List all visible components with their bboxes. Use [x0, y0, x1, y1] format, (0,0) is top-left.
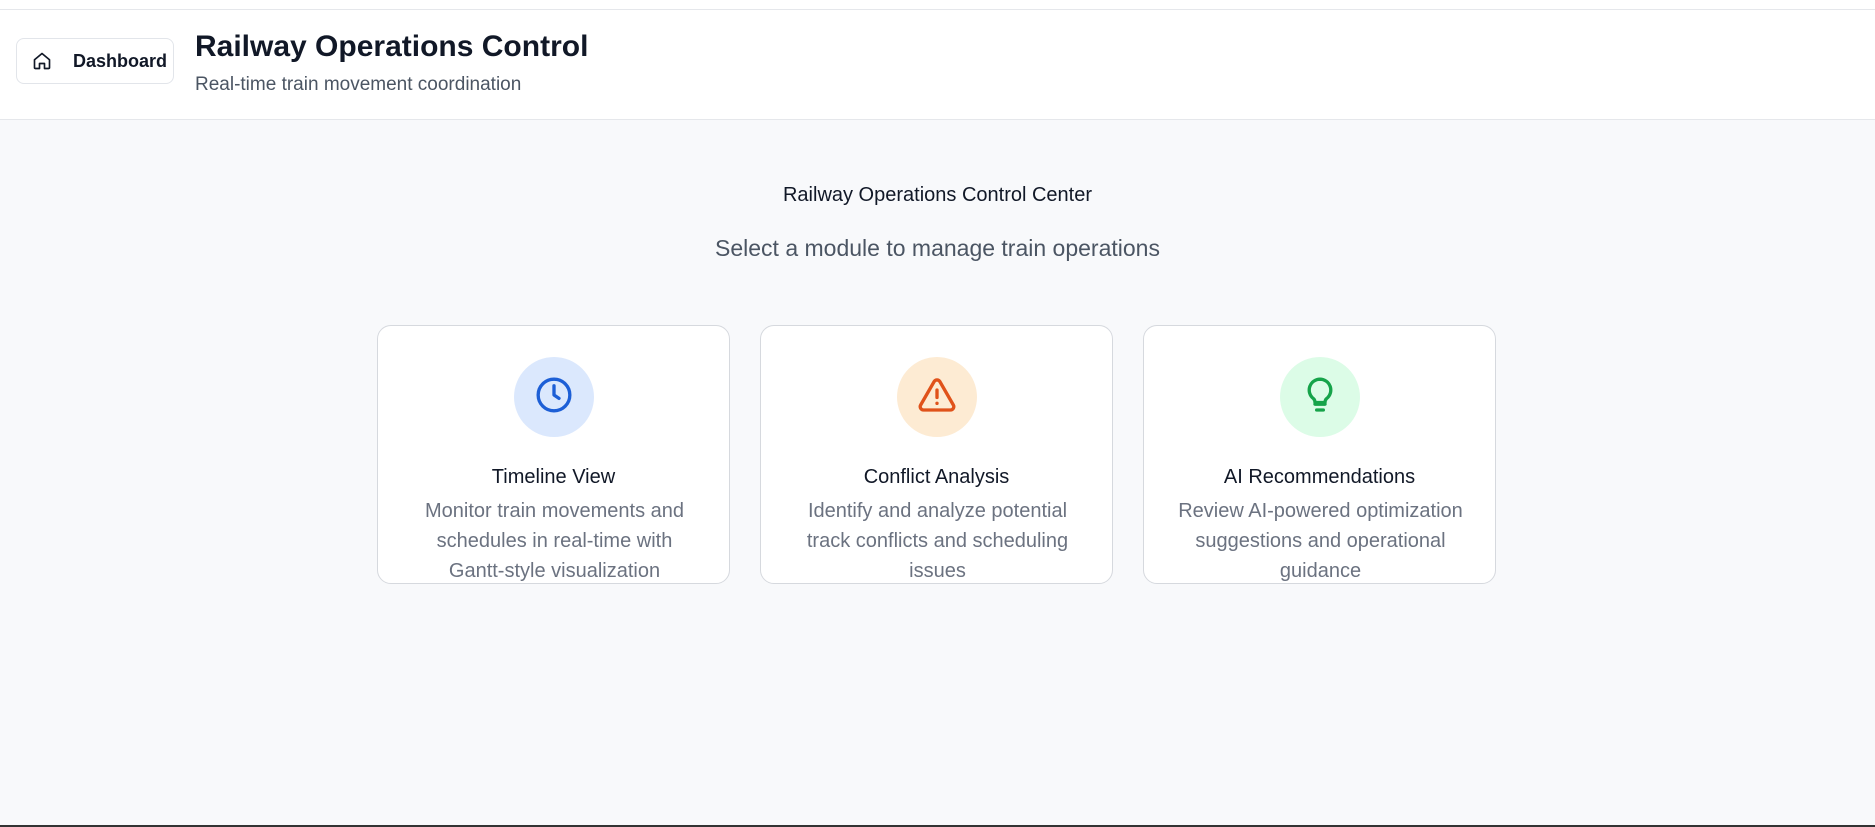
module-card-ai-recommendations[interactable]: AI Recommendations Review AI-powered opt…: [1143, 325, 1496, 584]
control-center-subtitle: Select a module to manage train operatio…: [715, 235, 1160, 261]
clock-icon: [534, 375, 574, 420]
page-subtitle: Real-time train movement coordination: [195, 74, 522, 95]
lightbulb-icon: [1300, 375, 1340, 420]
top-strip: [0, 0, 1875, 10]
alert-triangle-icon: [917, 375, 957, 420]
module-description: Review AI-powered optimization suggestio…: [1178, 500, 1463, 582]
dashboard-button[interactable]: Dashboard: [16, 38, 174, 84]
module-title: Timeline View: [491, 466, 616, 488]
module-card-conflict-analysis[interactable]: Conflict Analysis Identify and analyze p…: [760, 325, 1113, 584]
page-title: Railway Operations Control: [195, 30, 589, 63]
page-header: Dashboard Railway Operations Control Rea…: [0, 10, 1875, 120]
home-icon: [31, 50, 53, 72]
module-icon-circle: [897, 357, 977, 437]
module-title: AI Recommendations: [1223, 466, 1416, 488]
module-icon-circle: [514, 357, 594, 437]
module-description: Identify and analyze potential track con…: [806, 500, 1069, 582]
module-title: Conflict Analysis: [863, 466, 1010, 488]
dashboard-button-label: Dashboard: [73, 50, 168, 71]
control-center-title: Railway Operations Control Center: [782, 184, 1093, 206]
module-card-timeline[interactable]: Timeline View Monitor train movements an…: [377, 325, 730, 584]
module-description: Monitor train movements and schedules in…: [424, 500, 684, 582]
module-icon-circle: [1280, 357, 1360, 437]
